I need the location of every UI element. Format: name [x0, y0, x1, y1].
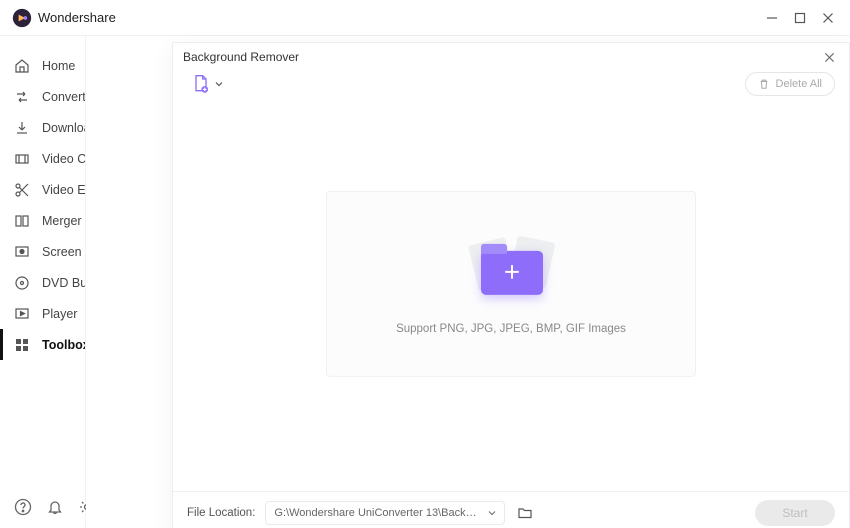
- window-close-button[interactable]: [814, 4, 842, 32]
- player-icon: [14, 306, 30, 322]
- main-content: d the ing of aits ence und. data etadata…: [86, 36, 850, 528]
- sidebar-item-toolbox[interactable]: Toolbox: [0, 329, 85, 360]
- background-remover-dialog: Background Remover Delete All: [172, 42, 850, 528]
- sidebar-item-label: Video Compressor: [42, 152, 85, 166]
- home-icon: [14, 58, 30, 74]
- file-location-path: G:\Wondershare UniConverter 13\Backgroun…: [274, 507, 479, 519]
- sidebar-item-label: Screen Recorder: [42, 245, 85, 259]
- sidebar-item-label: Video Editor: [42, 183, 85, 197]
- file-location-select[interactable]: G:\Wondershare UniConverter 13\Backgroun…: [265, 501, 505, 525]
- dialog-close-button[interactable]: [819, 47, 839, 67]
- sidebar-item-dvd-burner[interactable]: DVD Burner: [0, 267, 85, 298]
- sidebar-item-label: DVD Burner: [42, 276, 85, 290]
- sidebar-item-video-compressor[interactable]: Video Compressor: [0, 143, 85, 174]
- window-maximize-button[interactable]: [786, 4, 814, 32]
- sidebar-item-label: Player: [42, 307, 77, 321]
- sidebar-item-label: Downloader: [42, 121, 85, 135]
- delete-all-button[interactable]: Delete All: [745, 72, 835, 96]
- notifications-icon[interactable]: [46, 498, 64, 516]
- dialog-footer: File Location: G:\Wondershare UniConvert…: [173, 491, 849, 528]
- compress-icon: [14, 151, 30, 167]
- add-file-button[interactable]: [187, 72, 227, 96]
- chevron-down-icon: [488, 509, 496, 517]
- sidebar-item-merger[interactable]: Merger: [0, 205, 85, 236]
- dropzone-support-text: Support PNG, JPG, JPEG, BMP, GIF Images: [396, 323, 626, 335]
- app-logo-icon: [12, 8, 32, 28]
- trash-icon: [758, 78, 770, 90]
- dvd-icon: [14, 275, 30, 291]
- app-title: Wondershare: [38, 10, 116, 25]
- browse-folder-button[interactable]: [515, 503, 535, 523]
- add-folder-icon: [467, 233, 555, 297]
- file-location-label: File Location:: [187, 507, 255, 519]
- toolbox-icon: [14, 337, 30, 353]
- dialog-title: Background Remover: [183, 50, 299, 64]
- scissors-icon: [14, 182, 30, 198]
- sidebar-item-screen-recorder[interactable]: Screen Recorder: [0, 236, 85, 267]
- sidebar-bottom: [0, 486, 85, 528]
- convert-icon: [14, 89, 30, 105]
- merger-icon: [14, 213, 30, 229]
- sidebar-item-downloader[interactable]: Downloader: [0, 112, 85, 143]
- dialog-body: Support PNG, JPG, JPEG, BMP, GIF Images: [173, 99, 849, 491]
- sidebar-item-label: Toolbox: [42, 338, 85, 352]
- sidebar-item-label: Merger: [42, 214, 82, 228]
- sidebar-item-video-editor[interactable]: Video Editor: [0, 174, 85, 205]
- sidebar-item-converter[interactable]: Converter: [0, 81, 85, 112]
- titlebar: Wondershare: [0, 0, 850, 36]
- start-button[interactable]: Start: [755, 500, 835, 526]
- sidebar-item-label: Home: [42, 59, 75, 73]
- dialog-toolbar: Delete All: [173, 69, 849, 99]
- sidebar-item-player[interactable]: Player: [0, 298, 85, 329]
- sidebar-item-home[interactable]: Home: [0, 50, 85, 81]
- sidebar: Home Converter Downloader Video Compress…: [0, 36, 86, 528]
- chevron-down-icon: [215, 80, 223, 88]
- record-icon: [14, 244, 30, 260]
- dropzone[interactable]: Support PNG, JPG, JPEG, BMP, GIF Images: [326, 191, 696, 377]
- help-icon[interactable]: [14, 498, 32, 516]
- sidebar-item-label: Converter: [42, 90, 85, 104]
- start-button-label: Start: [782, 506, 807, 520]
- download-icon: [14, 120, 30, 136]
- delete-all-label: Delete All: [776, 78, 822, 90]
- window-minimize-button[interactable]: [758, 4, 786, 32]
- dialog-header: Background Remover: [173, 43, 849, 69]
